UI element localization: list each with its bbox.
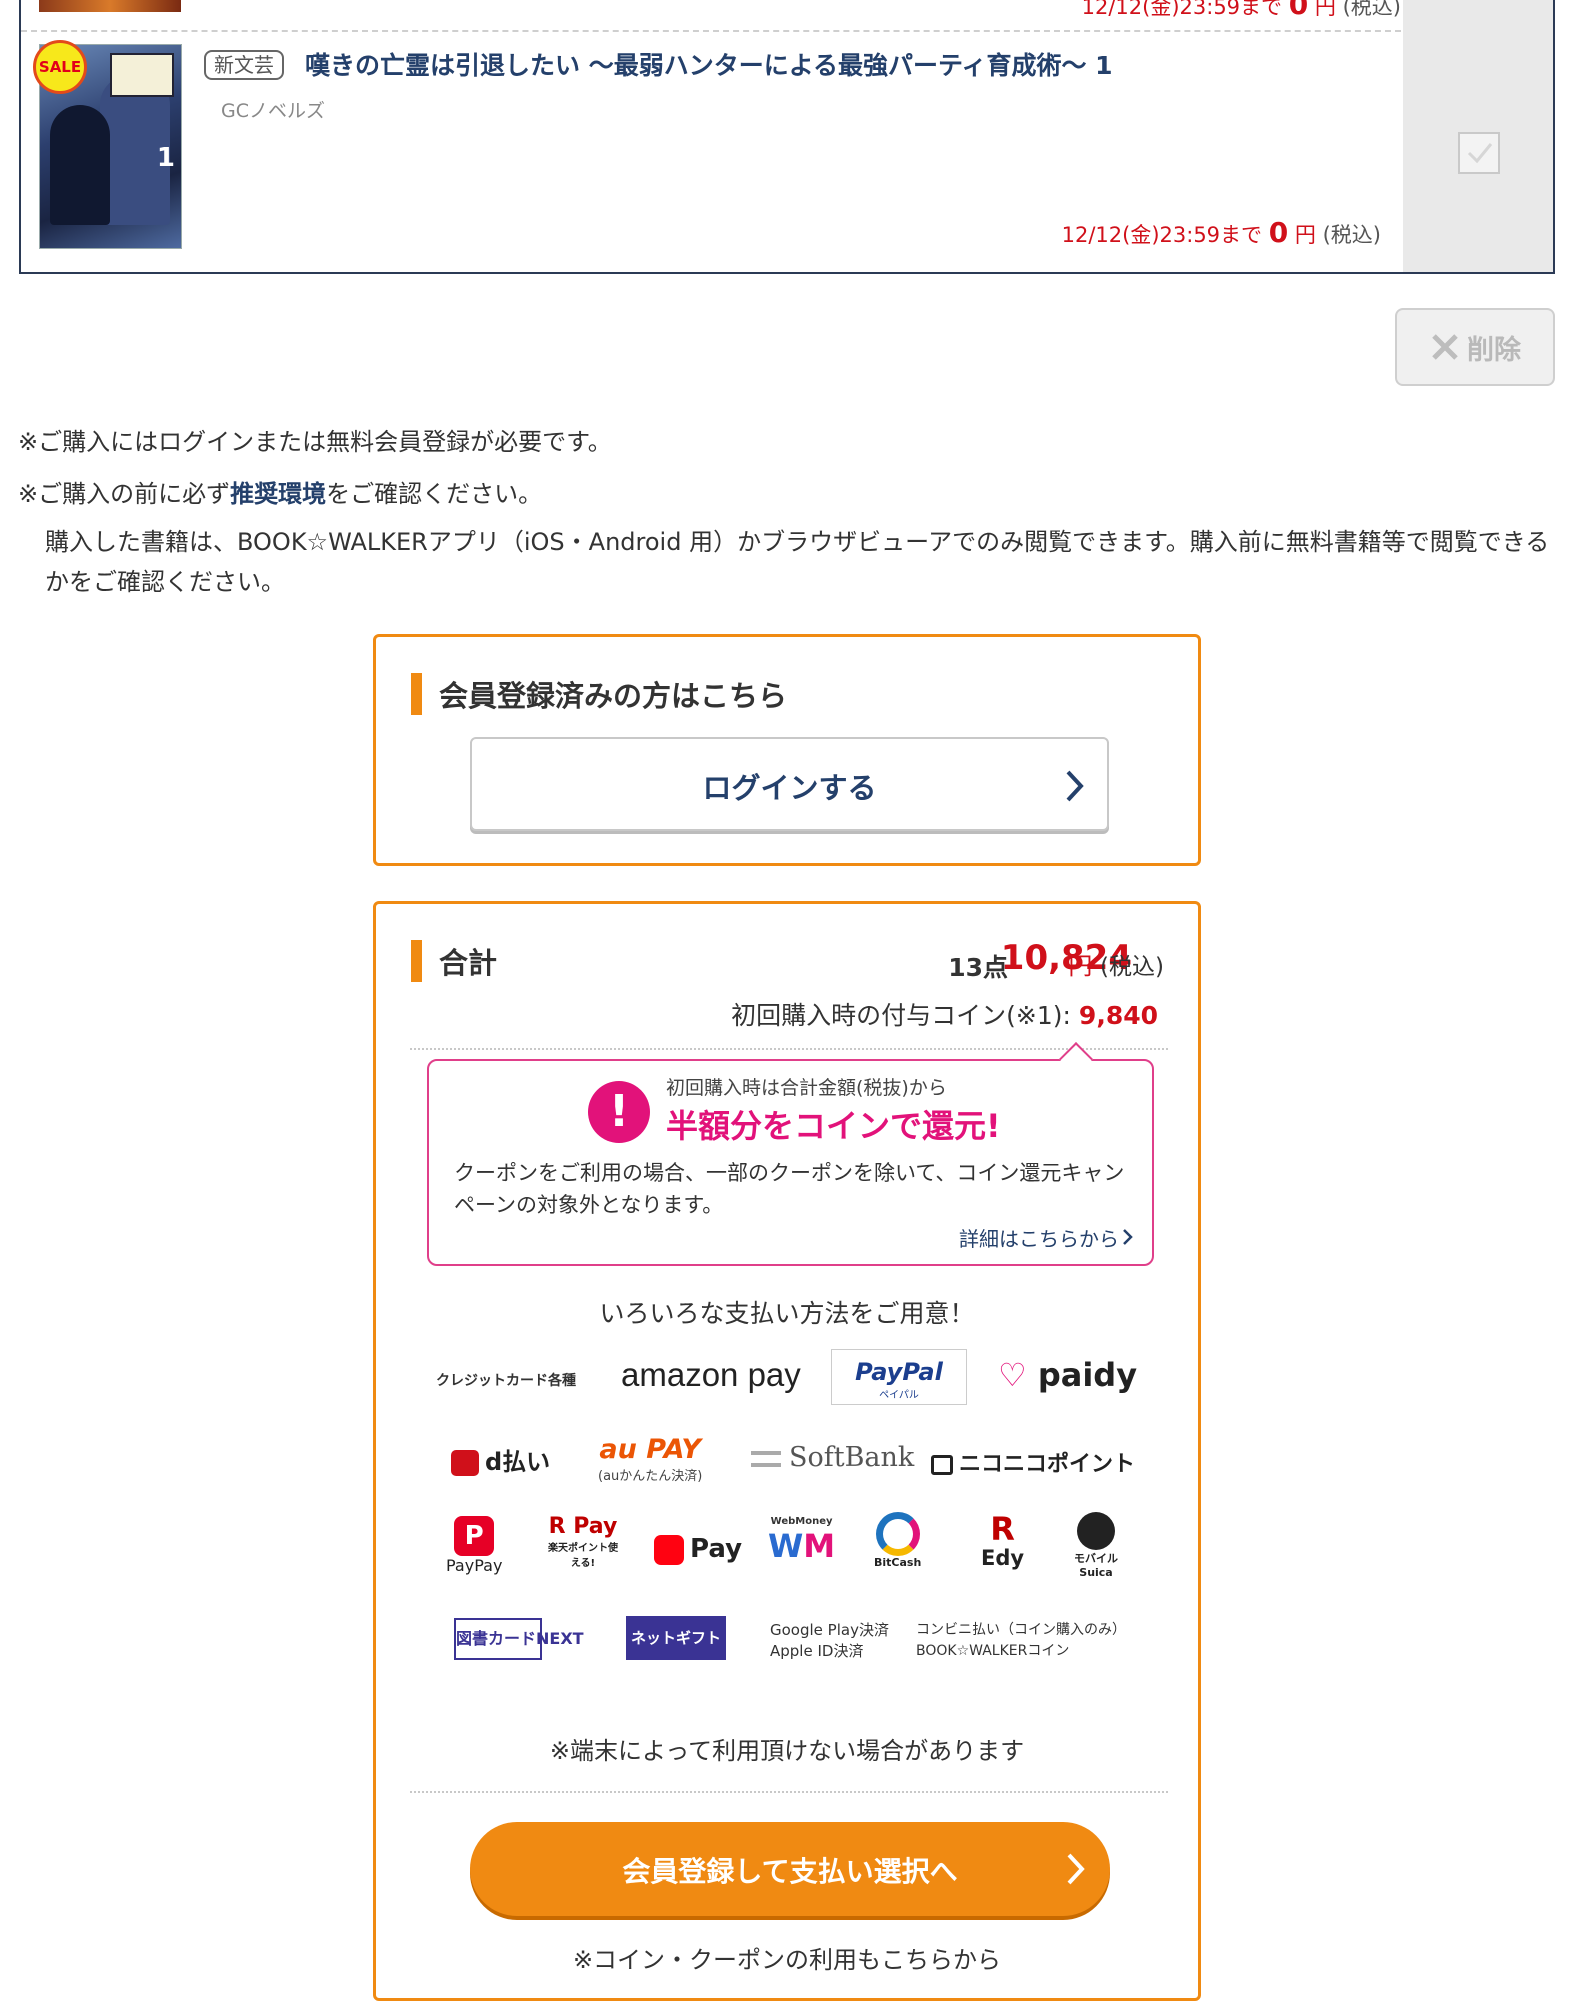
book-title-link[interactable]: 嘆きの亡霊は引退したい 〜最弱ハンターによる最強パーティ育成術〜 1: [305, 46, 1113, 82]
campaign-lead: 初回購入時は合計金額(税抜)から: [666, 1077, 947, 1099]
login-panel: 会員登録済みの方はこちら ログインする: [373, 634, 1201, 866]
sale-badge: SALE: [33, 40, 87, 94]
chevron-right-icon: [1067, 1853, 1085, 1885]
item-checkbox[interactable]: [1458, 132, 1500, 174]
amazon-pay-logo: amazon pay: [621, 1356, 801, 1393]
divider: [410, 1048, 1168, 1050]
tosho-card-next-logo: 図書カードNEXT: [454, 1618, 584, 1660]
mobile-suica-logo: モバイルSuica: [1066, 1512, 1126, 1579]
google-apple-logo: Google Play決済 Apple ID決済: [770, 1621, 889, 1660]
cart-row: 1 SALE 新文芸 嘆きの亡霊は引退したい 〜最弱ハンターによる最強パーティ育…: [21, 34, 1401, 270]
credit-card-logo: クレジットカード各種: [436, 1373, 576, 1389]
recommended-env-link[interactable]: 推奨環境: [230, 480, 326, 508]
softbank-logo: SoftBank: [751, 1442, 914, 1473]
total-unit: 円 (税込): [1068, 952, 1164, 980]
login-required-note: ※ご購入にはログインまたは無料会員登録が必要です。: [18, 428, 612, 456]
tosho-net-gift-logo: ネットギフト: [626, 1616, 726, 1660]
campaign-headline: 半額分をコインで還元!: [666, 1107, 1001, 1145]
bitcash-logo: BitCash: [874, 1512, 921, 1569]
d-barai-logo: d払い: [451, 1442, 550, 1477]
coin-reward: 初回購入時の付与コイン(※1): 9,840: [731, 1001, 1158, 1030]
delete-button[interactable]: 削除: [1395, 308, 1555, 386]
register-and-pay-button[interactable]: 会員登録して支払い選択へ: [470, 1822, 1110, 1916]
close-icon: [1432, 334, 1458, 360]
paidy-logo: ♡ paidy: [998, 1356, 1138, 1394]
coin-campaign-box: ! 初回購入時は合計金額(税抜)から 半額分をコインで還元! クーポンをご利用の…: [427, 1042, 1154, 1266]
publisher-label: GCノベルズ: [221, 100, 325, 122]
au-pay-logo: au PAY (auかんたん決済): [598, 1434, 703, 1484]
panel-heading: 会員登録済みの方はこちら: [411, 673, 787, 715]
campaign-detail-link[interactable]: 詳細はこちらから: [959, 1223, 1134, 1252]
check-icon: [1467, 143, 1493, 164]
niconico-point-logo: ニコニコポイント: [931, 1446, 1135, 1478]
pay-button-label: 会員登録して支払い選択へ: [622, 1855, 958, 1888]
book-cover[interactable]: [39, 0, 181, 12]
cart-row-previous: 12/12(金)23:59まで 0 円 (税込): [21, 0, 1401, 32]
paypal-logo: PayPal ペイパル: [831, 1349, 967, 1405]
viewer-note: 購入した書籍は、BOOK☆WALKERアプリ（iOS・Android 用）かブラ…: [45, 528, 1550, 596]
edy-logo: R Edy: [981, 1510, 1025, 1570]
cover-volume-number: 1: [156, 143, 175, 173]
login-button-label: ログインする: [702, 771, 877, 805]
paypay-logo: P PayPay: [446, 1516, 502, 1575]
environment-note: ※ご購入の前に必ず推奨環境をご確認ください。: [18, 480, 543, 508]
divider: [410, 1791, 1168, 1793]
total-panel: 合計 13点 10,824 円 (税込) 初回購入時の付与コイン(※1): 9,8…: [373, 901, 1201, 2001]
device-note: ※端末によって利用頂けない場合があります: [549, 1737, 1025, 1765]
payment-methods-title: いろいろな支払い方法をご用意！: [599, 1299, 975, 1328]
login-button[interactable]: ログインする: [470, 737, 1109, 831]
delete-label: 削除: [1467, 334, 1521, 366]
panel-heading: 合計: [411, 940, 497, 982]
select-column: [1403, 0, 1553, 272]
item-price: 12/12(金)23:59まで 0 円 (税込): [1061, 216, 1381, 249]
item-price: 12/12(金)23:59まで 0 円 (税込): [1081, 0, 1401, 21]
coupon-note: ※コイン・クーポンの利用もこちらから: [572, 1946, 1002, 1974]
genre-tag: 新文芸: [204, 50, 284, 80]
chevron-right-icon: [1123, 1229, 1133, 1245]
exclamation-icon: !: [588, 1081, 650, 1143]
cart-list: 12/12(金)23:59まで 0 円 (税込) 1 SALE 新文芸 嘆きの亡…: [19, 0, 1555, 274]
konbini-logo: コンビニ払い（コイン購入のみ） BOOK☆WALKERコイン: [916, 1622, 1126, 1659]
campaign-body: クーポンをご利用の場合、一部のクーポンを除いて、コイン還元キャンペーンの対象外と…: [454, 1161, 1125, 1217]
item-count: 13点: [948, 953, 1008, 982]
merpay-logo: Pay: [654, 1534, 742, 1565]
chevron-right-icon: [1066, 770, 1084, 802]
r-pay-logo: R Pay 楽天ポイント使える!: [548, 1514, 618, 1569]
webmoney-logo: WebMoney WM: [768, 1516, 836, 1565]
